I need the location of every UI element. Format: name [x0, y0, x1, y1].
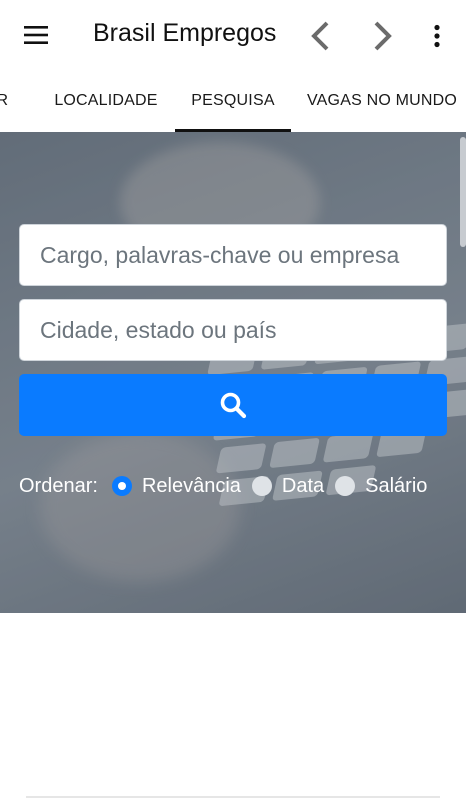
sort-salario-label: Salário — [365, 474, 428, 497]
search-hero-background — [0, 132, 466, 613]
tab-vagas-no-mundo[interactable]: VAGAS NO MUNDO — [300, 70, 466, 132]
back-button[interactable] — [298, 14, 342, 58]
sort-salario-option[interactable]: Salário — [335, 475, 427, 498]
radio-checked-icon[interactable] — [111, 476, 132, 496]
sort-data-label: Data — [281, 474, 325, 497]
location-input[interactable] — [19, 299, 447, 361]
chevron-left-icon — [311, 21, 329, 51]
search-icon — [220, 392, 247, 419]
sort-relevancia-option[interactable]: Relevância — [111, 474, 241, 498]
menu-button[interactable] — [14, 17, 58, 53]
more-options-button[interactable] — [415, 14, 459, 58]
search-button[interactable] — [19, 374, 447, 436]
sort-relevancia-label: Relevância — [141, 474, 241, 497]
tab-bar: OR LOCALIDADE PESQUISA VAGAS NO MUNDO — [0, 70, 466, 132]
app-screen: Brasil Empregos OR LOCALIDADE PESQUISA V… — [0, 0, 466, 800]
tab-partial[interactable]: OR — [0, 70, 22, 132]
forward-button[interactable] — [361, 14, 405, 58]
hamburger-menu-icon — [24, 26, 48, 44]
top-app-bar: Brasil Empregos — [0, 0, 466, 70]
sort-options: Ordenar: Relevância Data Salário — [19, 472, 438, 500]
scrollbar-thumb[interactable] — [460, 137, 466, 247]
sort-label: Ordenar: — [19, 474, 98, 497]
bottom-divider — [26, 796, 440, 798]
radio-unchecked-icon[interactable] — [335, 476, 356, 496]
keywords-input[interactable] — [19, 224, 447, 286]
chevron-right-icon — [374, 21, 392, 51]
app-title: Brasil Empregos — [93, 19, 277, 47]
tab-pesquisa[interactable]: PESQUISA — [175, 70, 291, 132]
radio-unchecked-icon[interactable] — [251, 476, 272, 496]
sort-data-option[interactable]: Data — [251, 474, 325, 498]
more-vert-icon — [434, 24, 440, 48]
tab-localidade[interactable]: LOCALIDADE — [40, 70, 172, 132]
